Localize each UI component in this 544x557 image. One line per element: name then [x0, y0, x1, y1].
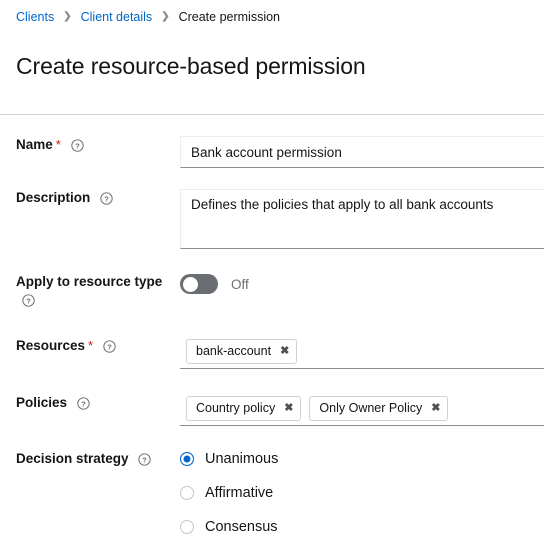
- close-icon[interactable]: ✖: [284, 402, 293, 414]
- help-circle-icon[interactable]: ?: [138, 453, 151, 466]
- create-permission-form: Name* ? Description ?: [0, 115, 544, 535]
- breadcrumb-item-create-permission: Create permission: [178, 10, 281, 24]
- radio-label: Unanimous: [205, 451, 279, 467]
- svg-text:?: ?: [104, 194, 109, 203]
- close-icon[interactable]: ✖: [280, 345, 289, 357]
- decision-strategy-control: Unanimous Affirmative Consensus: [180, 450, 544, 535]
- form-row-description: Description ?: [0, 189, 544, 254]
- help-circle-icon[interactable]: ?: [70, 139, 84, 152]
- breadcrumb-item-clients[interactable]: Clients: [16, 10, 54, 24]
- chip-item[interactable]: Country policy ✖: [186, 395, 302, 421]
- radio-option-unanimous[interactable]: Unanimous: [180, 451, 544, 467]
- description-label: Description ?: [16, 189, 180, 207]
- policies-label-text: Policies: [16, 395, 68, 410]
- radio-option-affirmative[interactable]: Affirmative: [180, 485, 544, 501]
- description-textarea[interactable]: [180, 189, 544, 249]
- toggle-knob: [183, 276, 198, 292]
- chip-item[interactable]: Only Owner Policy ✖: [309, 395, 449, 421]
- svg-text:?: ?: [81, 399, 86, 408]
- form-row-decision-strategy: Decision strategy ? Unanimous Affirmativ…: [0, 450, 544, 535]
- breadcrumb: Clients ❯ Client details ❯ Create permis…: [0, 0, 544, 28]
- close-icon[interactable]: ✖: [431, 402, 440, 414]
- chip-label: bank-account: [196, 344, 272, 358]
- page-title: Create resource-based permission: [16, 53, 366, 80]
- chip-label: Only Owner Policy: [319, 401, 423, 415]
- apply-to-resource-type-toggle[interactable]: [180, 274, 218, 294]
- decision-strategy-label-text: Decision strategy: [16, 451, 129, 466]
- resources-input[interactable]: bank-account ✖: [180, 337, 544, 369]
- chip-label: Country policy: [196, 401, 276, 415]
- apply-to-resource-type-label: Apply to resource type ?: [16, 273, 180, 309]
- apply-to-resource-type-label-text: Apply to resource type: [16, 274, 163, 289]
- radio-label: Consensus: [205, 519, 278, 535]
- radio-mark-icon: [180, 520, 194, 534]
- apply-to-resource-type-control: Off: [180, 273, 544, 294]
- resources-label-text: Resources: [16, 338, 86, 353]
- radio-label: Affirmative: [205, 485, 274, 501]
- policies-control: Country policy ✖ Only Owner Policy ✖: [180, 394, 544, 426]
- radio-mark-icon: [180, 486, 194, 500]
- help-circle-icon[interactable]: ?: [103, 340, 116, 353]
- description-label-text: Description: [16, 190, 91, 205]
- form-row-policies: Policies ? Country policy ✖ Only Owner P…: [0, 394, 544, 426]
- radio-mark-icon: [180, 452, 194, 466]
- policies-input[interactable]: Country policy ✖ Only Owner Policy ✖: [180, 394, 544, 426]
- description-control: [180, 189, 544, 254]
- breadcrumb-separator-icon: ❯: [63, 11, 72, 22]
- toggle-state-label: Off: [231, 276, 249, 292]
- help-circle-icon[interactable]: ?: [22, 294, 35, 307]
- resources-control: bank-account ✖: [180, 337, 544, 369]
- name-label-text: Name: [16, 137, 53, 152]
- help-circle-icon[interactable]: ?: [100, 192, 113, 205]
- policies-label: Policies ?: [16, 394, 180, 412]
- svg-text:?: ?: [75, 141, 80, 150]
- name-required-marker: *: [55, 137, 61, 152]
- name-control: [180, 136, 544, 168]
- form-row-apply-to-resource-type: Apply to resource type ? Off: [0, 273, 544, 309]
- help-circle-icon[interactable]: ?: [77, 397, 90, 410]
- name-label: Name * ?: [16, 136, 180, 154]
- resources-required-marker: *: [88, 338, 94, 353]
- form-row-resources: Resources * ? bank-account ✖: [0, 337, 544, 369]
- resources-label: Resources * ?: [16, 337, 180, 355]
- decision-strategy-radio-group: Unanimous Affirmative Consensus: [180, 450, 544, 535]
- breadcrumb-item-client-details[interactable]: Client details: [81, 10, 153, 24]
- svg-text:?: ?: [26, 296, 31, 305]
- form-row-name: Name * ?: [0, 136, 544, 168]
- name-input[interactable]: [180, 136, 544, 168]
- radio-option-consensus[interactable]: Consensus: [180, 519, 544, 535]
- chip-item[interactable]: bank-account ✖: [186, 338, 298, 364]
- breadcrumb-separator-icon: ❯: [161, 11, 170, 22]
- decision-strategy-label: Decision strategy ?: [16, 450, 180, 468]
- svg-text:?: ?: [142, 455, 147, 464]
- svg-text:?: ?: [107, 342, 112, 351]
